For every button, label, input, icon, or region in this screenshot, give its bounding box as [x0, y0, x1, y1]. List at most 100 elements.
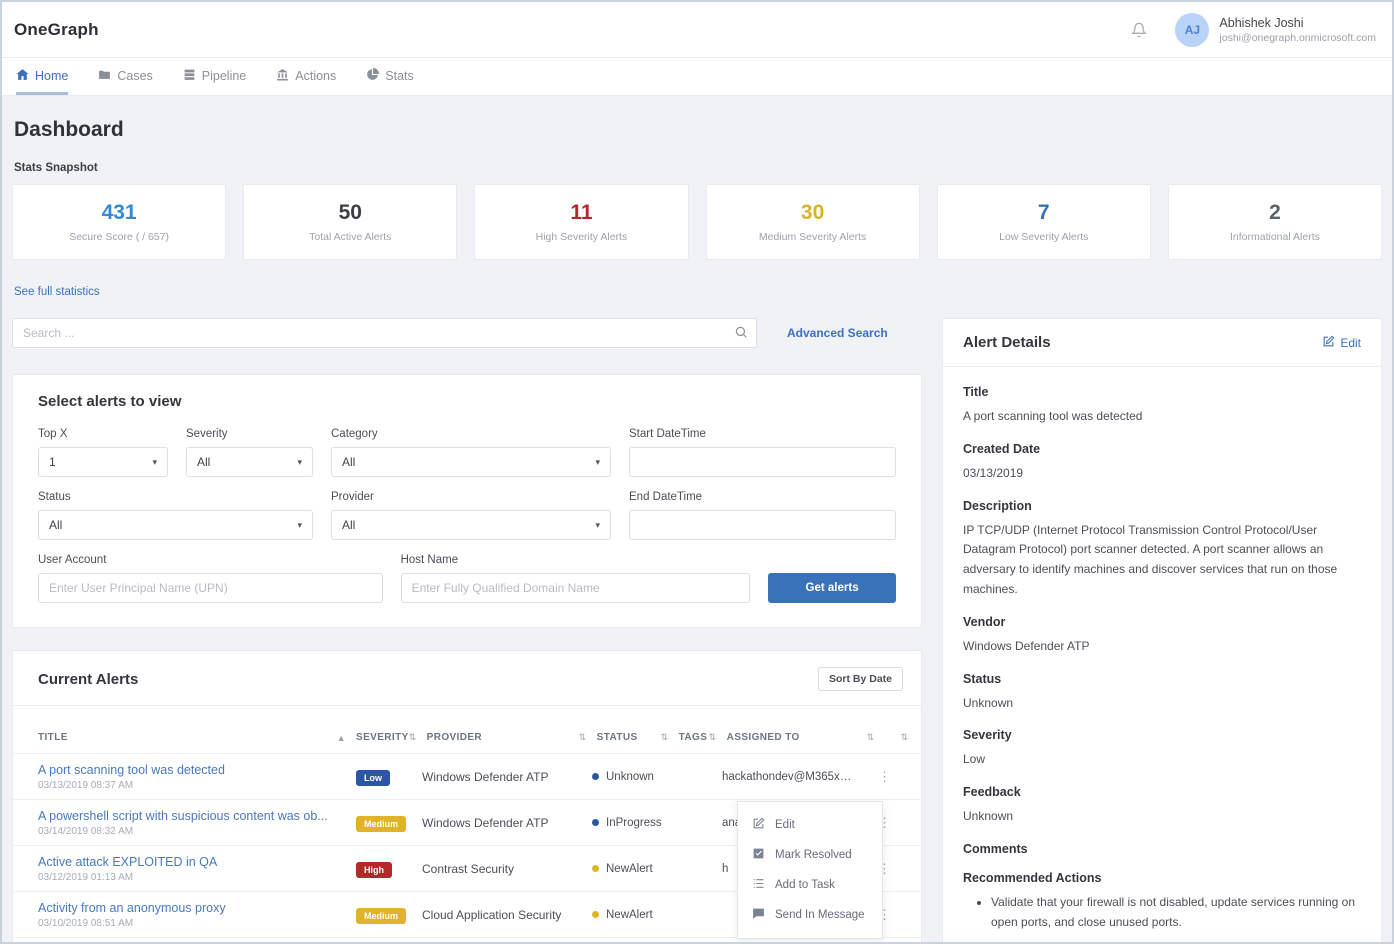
- status-text: NewAlert: [606, 909, 653, 921]
- alert-date: 03/12/2019 01:13 AM: [38, 872, 346, 883]
- current-alerts-heading: Current Alerts: [38, 671, 138, 688]
- nav-tab-cases[interactable]: Cases: [98, 58, 152, 95]
- edit-alert-button[interactable]: Edit: [1322, 335, 1361, 351]
- context-menu-item-send-in-message[interactable]: Send In Message: [738, 900, 882, 930]
- stat-card-secure-score: 431 Secure Score ( / 657): [12, 184, 226, 260]
- stat-label: Secure Score ( / 657): [69, 231, 169, 243]
- context-menu-item-mark-resolved[interactable]: Mark Resolved: [738, 840, 882, 870]
- column-header-status[interactable]: STATUS⇅: [597, 732, 679, 743]
- check-square-icon: [752, 847, 765, 863]
- column-header-tags[interactable]: TAGS⇅: [679, 732, 727, 743]
- chevron-down-icon: ▾: [595, 520, 600, 531]
- status-dot: [592, 865, 599, 872]
- column-header-extra[interactable]: ⇅: [885, 732, 919, 743]
- column-header-severity[interactable]: SEVERITY⇅: [356, 732, 427, 743]
- column-header-assigned-to[interactable]: ASSIGNED TO: [727, 732, 867, 743]
- sort-asc-icon[interactable]: ▲: [337, 733, 346, 743]
- stat-cards: 431 Secure Score ( / 657) 50 Total Activ…: [12, 184, 1382, 260]
- app-window: OneGraph AJ Abhishek Joshi joshi@onegrap…: [0, 0, 1394, 944]
- detail-title: Title A port scanning tool was detected: [963, 385, 1361, 427]
- see-full-statistics-link[interactable]: See full statistics: [14, 286, 100, 298]
- stat-value: 50: [339, 201, 362, 225]
- advanced-search-link[interactable]: Advanced Search: [787, 326, 888, 340]
- edit-label: Edit: [1340, 336, 1361, 350]
- status-select[interactable]: All ▾: [38, 510, 313, 540]
- stat-value: 30: [801, 201, 824, 225]
- stat-label: High Severity Alerts: [536, 231, 628, 243]
- search-input[interactable]: [12, 318, 757, 348]
- provider-cell: Contrast Security: [422, 862, 592, 876]
- stat-label: Total Active Alerts: [309, 231, 391, 243]
- search-row: Advanced Search: [12, 318, 922, 348]
- alert-date: 03/14/2019 08:32 AM: [38, 826, 346, 837]
- user-info[interactable]: Abhishek Joshi joshi@onegraph.onmicrosof…: [1219, 15, 1376, 43]
- sort-icon[interactable]: ⇅: [579, 732, 587, 743]
- category-label: Category: [331, 428, 611, 440]
- avatar[interactable]: AJ: [1175, 13, 1209, 47]
- alert-title-link[interactable]: A powershell script with suspicious cont…: [38, 809, 346, 823]
- notifications-bell-icon[interactable]: [1131, 22, 1147, 38]
- status-dot: [592, 773, 599, 780]
- detail-description: Description IP TCP/UDP (Internet Protoco…: [963, 499, 1361, 600]
- severity-value: All: [197, 455, 210, 469]
- sort-icon[interactable]: ⇅: [409, 732, 417, 743]
- stat-value: 2: [1269, 201, 1281, 225]
- end-datetime-input[interactable]: [629, 510, 896, 540]
- home-icon: [16, 68, 29, 84]
- edit-pencil-icon: [1322, 335, 1335, 351]
- column-header-provider[interactable]: PROVIDER⇅: [427, 732, 597, 743]
- page-title: Dashboard: [14, 118, 1380, 142]
- sort-icon[interactable]: ⇅: [661, 732, 669, 743]
- alert-title-link[interactable]: Activity from an anonymous proxy: [38, 901, 346, 915]
- top-x-select[interactable]: 1 ▾: [38, 447, 168, 477]
- top-x-label: Top X: [38, 428, 168, 440]
- detail-vendor: Vendor Windows Defender ATP: [963, 615, 1361, 657]
- bank-icon: [276, 68, 289, 84]
- nav-tab-stats[interactable]: Stats: [366, 58, 414, 95]
- recommended-action-item: Validate that your firewall is not disab…: [991, 893, 1361, 933]
- column-header-title[interactable]: TITLE▲: [38, 732, 356, 743]
- stat-card-total-active: 50 Total Active Alerts: [243, 184, 457, 260]
- status-text: InProgress: [606, 817, 662, 829]
- context-menu-label: Send In Message: [775, 909, 865, 921]
- provider-select[interactable]: All ▾: [331, 510, 611, 540]
- provider-value: All: [342, 518, 355, 532]
- alert-title-link[interactable]: A port scanning tool was detected: [38, 763, 346, 777]
- user-account-input[interactable]: [38, 573, 383, 603]
- row-menu-kebab-icon[interactable]: ⋮: [862, 769, 903, 785]
- category-select[interactable]: All ▾: [331, 447, 611, 477]
- nav-tab-home[interactable]: Home: [16, 58, 68, 95]
- sort-icon[interactable]: ⇅: [709, 732, 717, 743]
- task-list-icon: [752, 877, 765, 893]
- get-alerts-button[interactable]: Get alerts: [768, 573, 896, 603]
- alert-details-heading: Alert Details: [963, 334, 1051, 351]
- severity-select[interactable]: All ▾: [186, 447, 313, 477]
- search-icon[interactable]: [734, 325, 748, 344]
- sort-by-date-button[interactable]: Sort By Date: [818, 667, 903, 691]
- nav-tab-pipeline[interactable]: Pipeline: [183, 58, 246, 95]
- stat-card-informational: 2 Informational Alerts: [1168, 184, 1382, 260]
- nav-tab-actions[interactable]: Actions: [276, 58, 336, 95]
- host-name-input[interactable]: [401, 573, 751, 603]
- severity-badge: High: [356, 862, 392, 878]
- column-header-extra[interactable]: ⇅: [867, 732, 885, 743]
- context-menu-label: Mark Resolved: [775, 849, 852, 861]
- select-alerts-panel: Select alerts to view Top X 1 ▾ Severity: [12, 374, 922, 628]
- stat-value: 431: [102, 201, 137, 225]
- edit-icon: [752, 817, 765, 833]
- stats-snapshot-heading: Stats Snapshot: [14, 162, 1380, 174]
- stat-value: 7: [1038, 201, 1050, 225]
- context-menu-label: Add to Task: [775, 879, 835, 891]
- table-row: A port scanning tool was detected03/13/2…: [13, 753, 921, 799]
- context-menu-item-add-to-task[interactable]: Add to Task: [738, 870, 882, 900]
- context-menu-item-edit[interactable]: Edit: [738, 810, 882, 840]
- context-menu-label: Edit: [775, 819, 795, 831]
- stat-card-high-severity: 11 High Severity Alerts: [474, 184, 688, 260]
- assigned-to-cell: hackathondev@M365x59...: [722, 771, 862, 783]
- severity-badge: Medium: [356, 908, 406, 924]
- severity-label: Severity: [186, 428, 313, 440]
- sort-icon[interactable]: ⇅: [867, 732, 875, 743]
- alert-title-link[interactable]: Active attack EXPLOITED in QA: [38, 855, 346, 869]
- sort-icon[interactable]: ⇅: [901, 732, 909, 743]
- start-datetime-input[interactable]: [629, 447, 896, 477]
